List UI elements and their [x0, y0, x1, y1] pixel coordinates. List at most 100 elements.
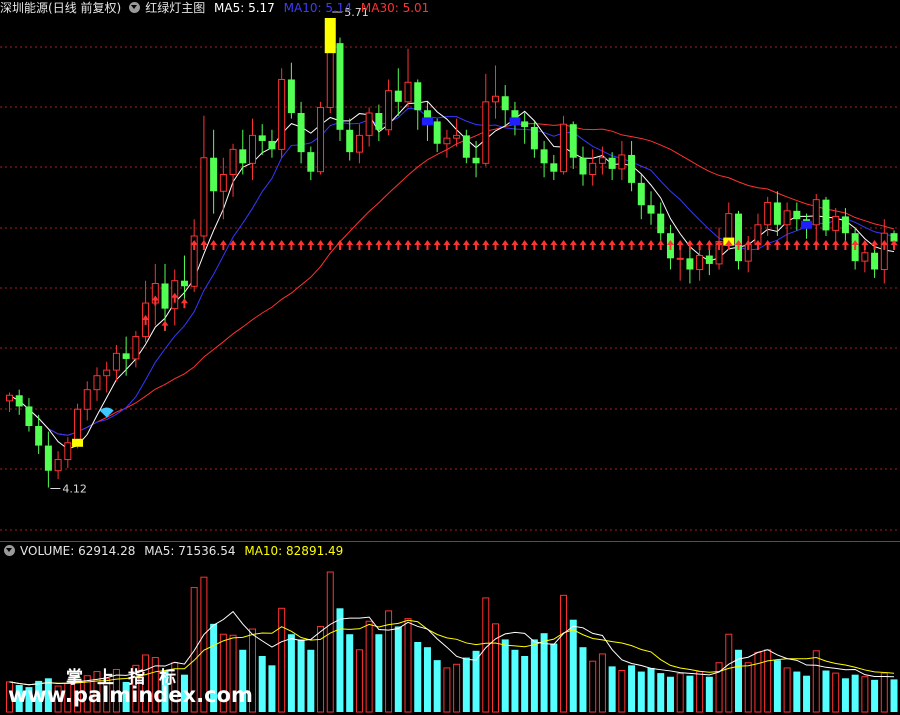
volume-bar [569, 619, 577, 712]
candle-body [103, 369, 111, 377]
buy-arrow-icon [764, 239, 772, 250]
volume-bar [628, 665, 636, 712]
volume-bar [453, 663, 461, 713]
candle-body [200, 157, 208, 237]
candle-body [6, 394, 13, 402]
candle-body [229, 148, 237, 175]
price-panel-header: 深圳能源(日线 前复权) 红绿灯主图 MA5: 5.17 MA10: 5.14 M… [0, 0, 434, 16]
buy-arrow-icon [287, 239, 295, 250]
dropdown-icon[interactable] [129, 2, 141, 13]
buy-arrow-icon [550, 239, 558, 250]
volume-bar [423, 647, 431, 712]
volume-bar [803, 675, 811, 712]
candle-body [637, 182, 645, 206]
volume-bar [501, 639, 509, 712]
buy-arrow-icon [637, 239, 645, 250]
candle-body [404, 81, 412, 103]
candle-body [355, 134, 363, 153]
volume-panel-header: VOLUME: 62914.28 MA5: 71536.54 MA10: 828… [0, 543, 348, 559]
candle-body [705, 255, 713, 264]
buy-arrow-icon [404, 239, 412, 250]
candle-body [530, 126, 538, 150]
volume-bar [579, 647, 587, 712]
buy-arrow-icon [375, 239, 383, 250]
candle-body [112, 352, 120, 371]
candle-body [764, 201, 772, 226]
buy-arrow-icon [540, 239, 548, 250]
buy-arrow-icon [579, 239, 587, 250]
volume-bar [880, 672, 888, 713]
volume-bar [754, 651, 762, 713]
candle-body [385, 90, 393, 131]
volume-bar [540, 633, 548, 712]
signal-box [801, 220, 813, 229]
candle-body [841, 216, 849, 234]
ma10-line [9, 108, 895, 436]
candle-body [589, 162, 597, 175]
candle-body [64, 442, 72, 461]
period-label: (日线 前复权) [48, 1, 122, 15]
candle-body [278, 78, 286, 150]
buy-arrow-icon [783, 239, 791, 250]
buy-arrow-icon [453, 239, 461, 250]
candle-body [307, 152, 315, 172]
buy-arrow-icon [501, 239, 509, 250]
volume-bar [511, 649, 519, 712]
volume-bar [832, 672, 840, 713]
buy-arrow-icon [871, 239, 879, 250]
volume-bar [375, 634, 383, 712]
volume-bar [433, 660, 441, 712]
candle-body [628, 154, 636, 183]
candle-body [443, 137, 451, 145]
volume-bar [307, 649, 315, 712]
volume-legend: VOLUME: 62914.28 [20, 544, 136, 558]
candle-body [696, 255, 704, 271]
candle-body [433, 121, 441, 144]
candle-body [287, 79, 295, 114]
buy-arrow-icon [598, 239, 606, 250]
buy-arrow-icon [861, 239, 869, 250]
grid-lines [0, 46, 900, 542]
signal-box [509, 117, 521, 126]
candle-body [180, 280, 188, 287]
candles [6, 18, 898, 488]
buy-arrow-icon [462, 239, 470, 250]
buy-arrow-icon [161, 320, 169, 331]
candle-body [210, 157, 218, 192]
candle-body [861, 252, 869, 262]
volume-bar [812, 650, 820, 713]
candle-body [239, 149, 247, 164]
candle-body [521, 121, 529, 127]
volume-bar [696, 671, 704, 713]
volume-bar [773, 660, 781, 712]
candle-body [297, 113, 305, 153]
signal-box [72, 438, 84, 447]
buy-arrow-icon [705, 239, 713, 250]
candle-body [492, 95, 499, 103]
volume-bar [861, 676, 869, 713]
volume-bar [725, 633, 733, 713]
volume-bar [744, 662, 752, 713]
signal-box [421, 117, 433, 126]
buy-arrow-icon [336, 239, 344, 250]
volume-bar [530, 639, 538, 712]
candle-body [569, 124, 577, 158]
candle-body [365, 112, 373, 136]
candle-body [560, 123, 568, 173]
candle-body [317, 106, 325, 173]
candle-body [453, 134, 461, 139]
candle-body [15, 395, 23, 407]
volume-dropdown-icon[interactable] [4, 545, 15, 556]
candle-body [414, 82, 422, 111]
buy-arrow-icon [239, 239, 247, 250]
volume-bar [666, 676, 674, 712]
volume-bar [297, 639, 305, 712]
indicator-name[interactable]: 红绿灯主图 [145, 1, 205, 15]
volume-bar [443, 667, 451, 713]
buy-arrow-icon [365, 239, 373, 250]
volume-bar [346, 634, 354, 712]
candle-body [258, 135, 266, 141]
buy-arrow-icon [433, 239, 441, 250]
candle-body [822, 199, 830, 231]
ma5-legend: MA5: 5.17 [214, 1, 275, 15]
